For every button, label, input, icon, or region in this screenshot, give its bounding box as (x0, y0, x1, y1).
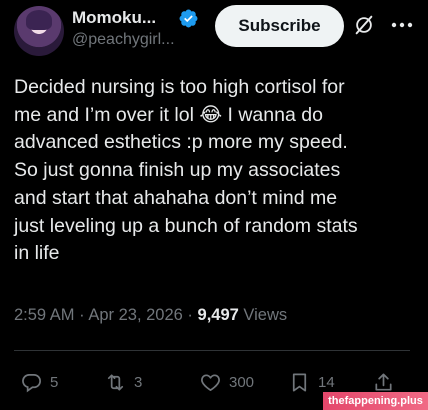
tweet-text: Decided nursing is too high cortisol for… (14, 74, 418, 268)
tweet-line: So just gonna finish up my associates (14, 159, 341, 182)
share-icon (375, 372, 392, 391)
reply-icon (22, 373, 41, 392)
verified-badge-icon (179, 9, 198, 28)
reply-count: 5 (50, 373, 59, 391)
tweet-time[interactable]: 2:59 AM (14, 306, 75, 324)
tweet-meta: 2:59 AM · Apr 23, 2026 · 9,497 Views (14, 306, 287, 325)
subscribe-button[interactable]: Subscribe (215, 5, 344, 47)
repost-icon (107, 373, 124, 391)
heart-icon (201, 373, 220, 391)
bookmark-count: 14 (318, 373, 335, 391)
divider (14, 350, 410, 351)
avatar[interactable] (14, 6, 64, 56)
meta-separator: · (187, 306, 193, 324)
tweet-line: and start that ahahaha don’t mind me (14, 186, 338, 209)
views-label: Views (243, 306, 288, 324)
tweet-line: just leveling up a bunch of random stats (14, 214, 358, 237)
watermark: thefappening.plus (323, 392, 428, 410)
like-button[interactable]: 300 (199, 370, 254, 394)
bookmark-button[interactable]: 14 (288, 370, 335, 394)
meta-separator: · (79, 306, 85, 324)
bookmark-icon (292, 372, 307, 392)
tweet-line: Decided nursing is too high cortisol for (14, 76, 345, 98)
tweet-date[interactable]: Apr 23, 2026 (88, 306, 183, 324)
tweet-line: in life (14, 242, 60, 265)
reply-button[interactable]: 5 (20, 370, 58, 394)
more-icon[interactable] (391, 22, 413, 28)
grok-icon[interactable] (353, 14, 375, 36)
tweet-line: advanced esthetics :p more my speed. (14, 131, 348, 154)
share-button[interactable] (372, 370, 395, 394)
handle[interactable]: @peachygirl... (72, 31, 175, 49)
views-count: 9,497 (197, 306, 239, 324)
repost-button[interactable]: 3 (104, 370, 142, 394)
tweet-line: me and I’m over it lol 😂 I wanna do (14, 103, 323, 126)
repost-count: 3 (134, 373, 143, 391)
display-name[interactable]: Momoku... (72, 8, 156, 28)
like-count: 300 (229, 373, 255, 391)
